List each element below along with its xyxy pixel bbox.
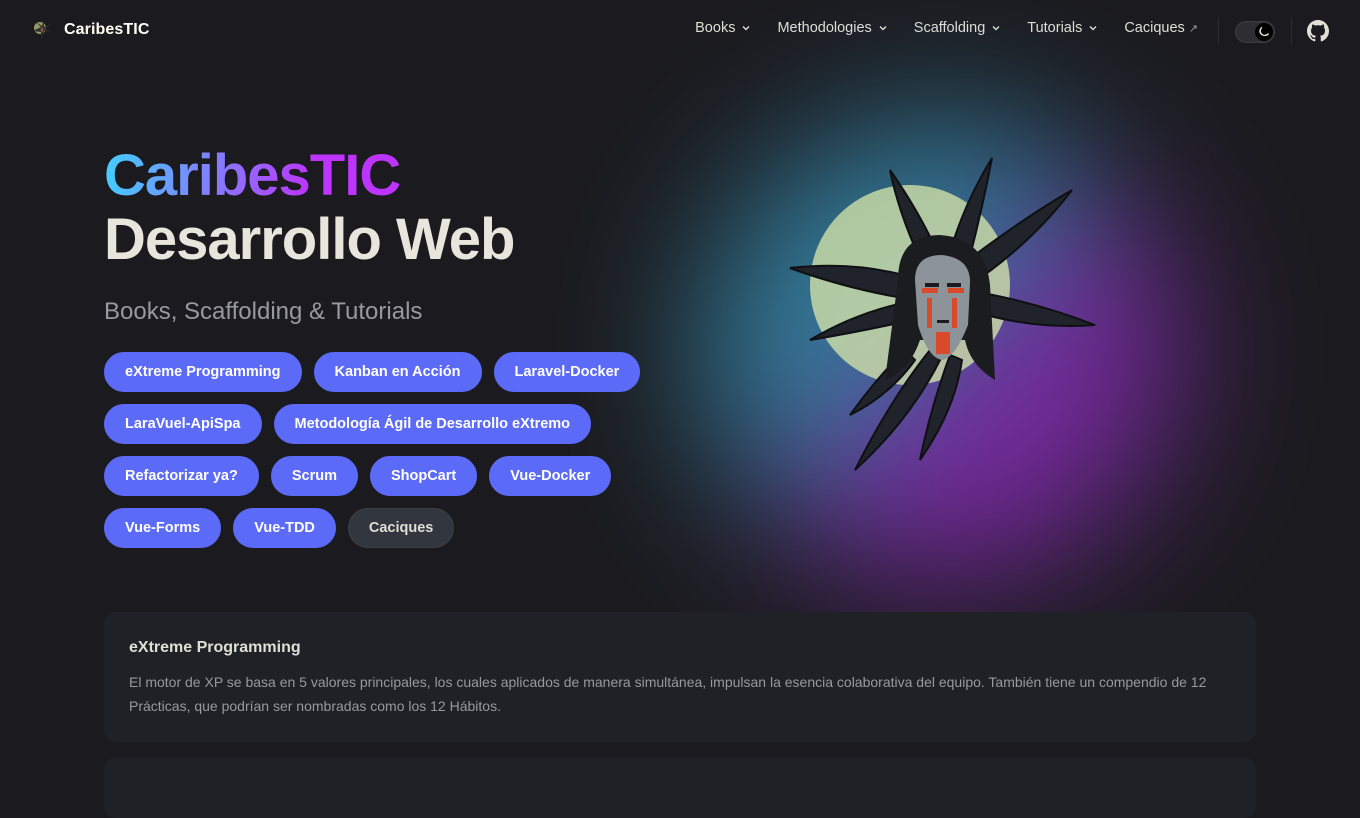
hero-tagline: Books, Scaffolding & Tutorials (104, 298, 423, 325)
action-laravuel-apispa-button[interactable]: LaraVuel-ApiSpa (104, 404, 262, 444)
top-navbar: CaribesTIC Books Methodologies Scaffoldi… (0, 0, 1360, 64)
site-title: CaribesTIC (64, 21, 150, 38)
nav-item-tutorials[interactable]: Tutorials (1027, 20, 1098, 36)
feature-card[interactable] (104, 758, 1256, 818)
chevron-down-icon (879, 26, 887, 31)
action-caciques-button[interactable]: Caciques (347, 508, 455, 548)
external-link-icon: ↗ (1188, 22, 1198, 35)
chevron-down-icon (742, 26, 750, 31)
chevron-down-icon (992, 26, 1000, 31)
nav-menu: Books Methodologies Scaffolding Tutorial… (695, 20, 1198, 36)
nav-item-label: Books (695, 20, 736, 36)
cacique-portrait-icon (789, 157, 1096, 471)
nav-item-methodologies[interactable]: Methodologies (777, 20, 887, 36)
action-xp-button[interactable]: eXtreme Programming (104, 352, 302, 392)
toggle-knob (1255, 23, 1273, 41)
nav-item-scaffolding[interactable]: Scaffolding (914, 20, 1001, 36)
action-shopcart-button[interactable]: ShopCart (369, 456, 478, 496)
action-vue-docker-button[interactable]: Vue-Docker (489, 456, 612, 496)
nav-item-label: Tutorials (1027, 20, 1083, 36)
dark-mode-toggle[interactable] (1235, 21, 1275, 43)
action-vue-forms-button[interactable]: Vue-Forms (104, 508, 222, 548)
nav-divider (1291, 18, 1292, 44)
feature-details: El motor de XP se basa en 5 valores prin… (129, 674, 1207, 714)
cacique-logo-icon (33, 20, 52, 39)
hero-name: CaribesTIC (104, 143, 401, 208)
action-refactorizar-button[interactable]: Refactorizar ya? (104, 456, 259, 496)
action-scrum-button[interactable]: Scrum (270, 456, 358, 496)
site-brand-link[interactable]: CaribesTIC (30, 18, 149, 42)
action-laravel-docker-button[interactable]: Laravel-Docker (493, 352, 641, 392)
action-metodologia-agil-button[interactable]: Metodología Ágil de Desarrollo eXtremo (273, 404, 592, 444)
nav-item-label: Scaffolding (913, 20, 986, 36)
hero-actions: eXtreme Programming Kanban en Acción Lar… (104, 352, 664, 548)
github-icon[interactable] (1307, 20, 1329, 42)
nav-item-caciques[interactable]: Caciques ↗ (1124, 20, 1198, 36)
action-kanban-button[interactable]: Kanban en Acción (313, 352, 482, 392)
nav-item-label: Methodologies (777, 20, 872, 36)
nav-item-label: Caciques (1124, 20, 1185, 36)
action-vue-tdd-button[interactable]: Vue-TDD (233, 508, 336, 548)
hero-text: Desarrollo Web (104, 207, 515, 272)
nav-divider (1218, 18, 1219, 44)
nav-item-books[interactable]: Books (695, 20, 751, 36)
feature-card[interactable]: eXtreme Programming El motor de XP se ba… (104, 612, 1256, 742)
moon-icon (1259, 26, 1270, 37)
feature-title: eXtreme Programming (129, 639, 301, 656)
chevron-down-icon (1089, 26, 1097, 31)
hero-heading: CaribesTIC Desarrollo Web Books, Scaffol… (104, 144, 664, 326)
